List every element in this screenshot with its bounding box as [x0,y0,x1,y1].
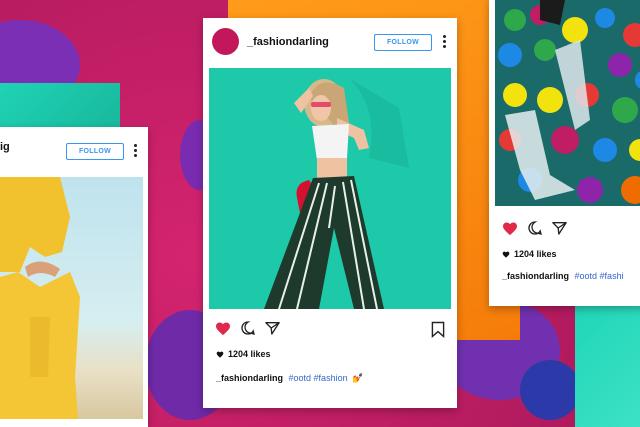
share-icon[interactable] [264,320,281,336]
likes-count: 1204 likes [502,249,557,259]
caption-username[interactable]: _fashiondarling [216,373,283,383]
post-photo[interactable] [495,0,640,206]
caption-username[interactable]: _fashiondarling [502,271,569,281]
post-photo[interactable] [0,177,143,419]
share-icon[interactable] [551,220,568,236]
follow-button[interactable]: FOLLOW [374,34,432,51]
post-caption: _fashiondarling #ootd #fashion 💅 [216,373,363,384]
green-panel [575,300,640,427]
green-panel [0,83,120,128]
post-photo[interactable] [209,68,451,309]
username[interactable]: _fashiondarling [247,36,329,48]
center-post-card: _fashiondarling FOLLOW 1204 likes _fashi… [203,18,457,408]
more-options-icon[interactable] [443,35,446,50]
post-actions [215,320,281,336]
yellow-outfit-figure [0,177,80,419]
post-header: ig [0,141,10,153]
post-caption: _fashiondarling #ootd #fashi [502,271,624,281]
bookmark-icon[interactable] [431,321,445,338]
right-post-card: 1204 likes _fashiondarling #ootd #fashi [489,0,640,306]
likes-text: 1204 likes [514,249,557,259]
more-options-icon[interactable] [134,144,137,159]
caption-emoji: 💅 [352,373,364,383]
purple-blob [520,360,580,420]
small-heart-icon [502,251,510,258]
follow-button[interactable]: FOLLOW [66,143,124,160]
caption-hashtags[interactable]: #ootd #fashion [289,373,348,383]
heart-icon[interactable] [215,321,231,336]
post-header: _fashiondarling [212,28,329,55]
small-heart-icon [216,351,224,358]
fashion-model-figure [264,78,409,309]
likes-count: 1204 likes [216,349,271,359]
caption-hashtags[interactable]: #ootd #fashi [575,271,624,281]
comment-icon[interactable] [240,320,256,336]
avatar[interactable] [212,28,239,55]
post-actions [502,220,568,236]
comment-icon[interactable] [527,220,543,236]
left-post-card: ig FOLLOW [0,127,148,427]
ball-pit-photo [498,0,640,204]
likes-text: 1204 likes [228,349,271,359]
heart-icon[interactable] [502,221,518,236]
username[interactable]: ig [0,141,10,153]
